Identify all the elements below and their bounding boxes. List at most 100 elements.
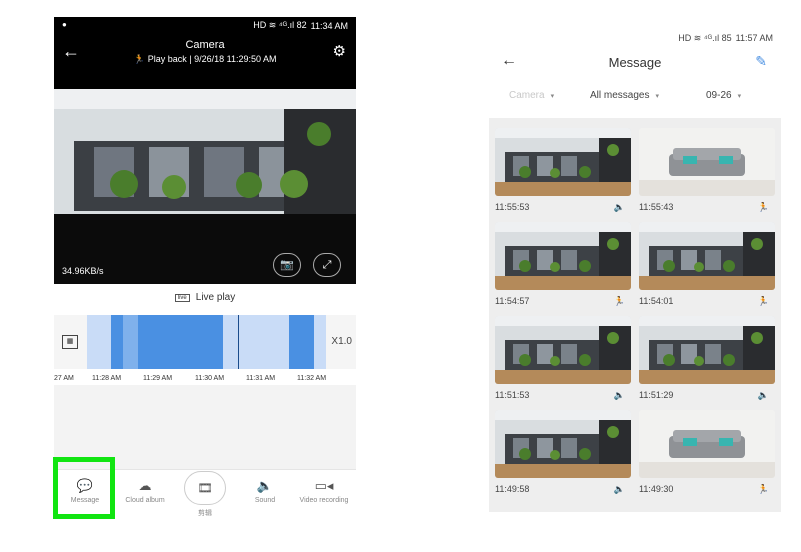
office-thumbnail-image xyxy=(639,316,775,384)
gear-icon[interactable]: ⚙ xyxy=(333,42,346,60)
message-thumbnail[interactable] xyxy=(495,316,631,384)
sofa-thumbnail-image xyxy=(639,410,775,478)
filter-bar: Camera ▾ All messages ▾ 09-26 ▾ xyxy=(489,86,781,106)
sound-icon: 🔈 xyxy=(613,202,625,212)
message-time: 11:55:43 xyxy=(639,202,674,212)
recording-segment xyxy=(111,315,123,369)
video-camera-icon: ▭◂ xyxy=(314,478,334,493)
office-thumbnail-image xyxy=(495,222,631,290)
message-time: 11:54:57 xyxy=(495,296,530,306)
notification-icon: ● xyxy=(62,20,67,29)
video-player[interactable]: 34.96KB/s 📷 ⤢ xyxy=(54,89,356,284)
message-thumbnail[interactable] xyxy=(639,410,775,478)
sound-button[interactable]: 🔈 Sound xyxy=(235,478,295,504)
sound-icon: 🔈 xyxy=(613,390,625,400)
office-thumbnail-image xyxy=(639,222,775,290)
fullscreen-icon: ⤢ xyxy=(322,259,332,271)
message-header: ← Message ✎ xyxy=(489,48,781,78)
tick-label: 11:30 AM xyxy=(195,375,225,382)
message-time: 11:49:30 xyxy=(639,484,674,494)
cloud-icon: ☁ xyxy=(138,478,152,493)
message-thumbnail[interactable] xyxy=(495,222,631,290)
playback-time: Play back | 9/26/18 11:29:50 AM xyxy=(147,54,277,64)
recording-segment xyxy=(138,315,223,369)
sound-icon: 🔈 xyxy=(757,390,769,400)
message-time: 11:49:58 xyxy=(495,484,530,494)
motion-icon: 🏃 xyxy=(133,54,145,64)
message-grid: 11:55:53 🔈 11:55:43 🏃 11:54:57 🏃 11:54:01 🏃 11:5… xyxy=(489,118,781,512)
camera-filter-label: Camera xyxy=(509,90,545,101)
recording-segment xyxy=(123,315,138,369)
date-filter-label: 09-26 xyxy=(706,90,732,101)
message-time: 11:51:29 xyxy=(639,390,674,400)
message-thumbnail[interactable] xyxy=(639,316,775,384)
office-thumbnail-image xyxy=(495,316,631,384)
live-play-button[interactable]: live Live play xyxy=(54,292,356,310)
film-clip-icon: 🎞 xyxy=(197,481,213,495)
office-thumbnail-image xyxy=(495,128,631,196)
clip-button[interactable]: 🎞 xyxy=(184,471,226,505)
message-list-screen: HD ≋ ⁴ᴳ.ıl 85 11:57 AM ← Message ✎ Camer… xyxy=(489,30,781,512)
edit-icon[interactable]: ✎ xyxy=(755,53,767,70)
status-time: 11:34 AM xyxy=(310,20,348,31)
screenshot-button[interactable]: 📷 xyxy=(273,253,301,277)
live-play-label: Live play xyxy=(195,292,236,303)
message-caption: 11:55:43 🏃 xyxy=(639,202,775,216)
tick-label: 11:28 AM xyxy=(92,375,122,382)
message-type-filter[interactable]: All messages ▾ xyxy=(590,90,659,101)
page-title: Message xyxy=(608,55,662,70)
camera-header: ← Camera 🏃 Play back | 9/26/18 11:29:50 A… xyxy=(54,33,356,89)
calendar-icon[interactable]: ▦ xyxy=(62,335,78,349)
fullscreen-button[interactable]: ⤢ xyxy=(313,253,341,277)
chevron-down-icon: ▾ xyxy=(550,93,555,100)
tick-label: 27 AM xyxy=(54,375,74,382)
message-thumbnail[interactable] xyxy=(639,128,775,196)
bitrate-label: 34.96KB/s xyxy=(62,266,104,276)
motion-icon: 🏃 xyxy=(757,202,769,212)
date-filter[interactable]: 09-26 ▾ xyxy=(706,90,741,101)
message-thumbnail[interactable] xyxy=(495,128,631,196)
motion-icon: 🏃 xyxy=(757,296,769,306)
chevron-down-icon: ▾ xyxy=(737,93,742,100)
tick-label: 11:29 AM xyxy=(143,375,173,382)
status-icons: HD ≋ ⁴ᴳ.ıl 82 xyxy=(253,20,307,30)
camera-playback-screen: ● HD ≋ ⁴ᴳ.ıl 82 11:34 AM ← Camera 🏃 Play … xyxy=(54,17,356,517)
camera-filter[interactable]: Camera ▾ xyxy=(509,90,554,101)
playback-subtitle: 🏃 Play back | 9/26/18 11:29:50 AM xyxy=(54,54,356,65)
video-recording-button[interactable]: ▭◂ Video recording xyxy=(294,478,354,504)
cloud-album-label: Cloud album xyxy=(125,497,165,504)
timeline-track[interactable] xyxy=(87,315,326,369)
status-bar: ● HD ≋ ⁴ᴳ.ıl 82 11:34 AM xyxy=(54,17,356,33)
message-caption: 11:55:53 🔈 xyxy=(495,202,631,216)
timeline-cursor[interactable] xyxy=(238,315,239,369)
tick-label: 11:31 AM xyxy=(246,375,276,382)
camera-icon: 📷 xyxy=(280,259,294,271)
live-tv-icon: live xyxy=(174,294,190,302)
tick-label: 11:32 AM xyxy=(297,375,327,382)
sofa-thumbnail-image xyxy=(639,128,775,196)
message-thumbnail[interactable] xyxy=(495,410,631,478)
sound-label: Sound xyxy=(254,497,276,504)
message-caption: 11:51:53 🔈 xyxy=(495,390,631,404)
status-bar: HD ≋ ⁴ᴳ.ıl 85 11:57 AM xyxy=(678,33,773,44)
sound-icon: 🔈 xyxy=(613,484,625,494)
office-thumbnail-image xyxy=(495,410,631,478)
motion-icon: 🏃 xyxy=(757,484,769,494)
message-caption: 11:49:30 🏃 xyxy=(639,484,775,498)
speaker-icon: 🔈 xyxy=(256,478,274,493)
status-time: 11:57 AM xyxy=(735,33,773,43)
video-recording-label: Video recording xyxy=(299,497,349,504)
status-icons: HD ≋ ⁴ᴳ.ıl 85 xyxy=(678,33,732,43)
message-caption: 11:54:01 🏃 xyxy=(639,296,775,310)
camera-feed-image xyxy=(54,89,356,284)
message-thumbnail[interactable] xyxy=(639,222,775,290)
playback-timeline[interactable]: ▦ X1.0 xyxy=(54,315,356,369)
highlight-box xyxy=(53,457,115,519)
chevron-down-icon: ▾ xyxy=(655,93,659,100)
page-title: Camera xyxy=(185,39,225,51)
cloud-album-button[interactable]: ☁ Cloud album xyxy=(115,478,175,504)
playback-speed[interactable]: X1.0 xyxy=(331,336,352,347)
message-time: 11:51:53 xyxy=(495,390,530,400)
message-time: 11:54:01 xyxy=(639,296,674,306)
message-caption: 11:49:58 🔈 xyxy=(495,484,631,498)
